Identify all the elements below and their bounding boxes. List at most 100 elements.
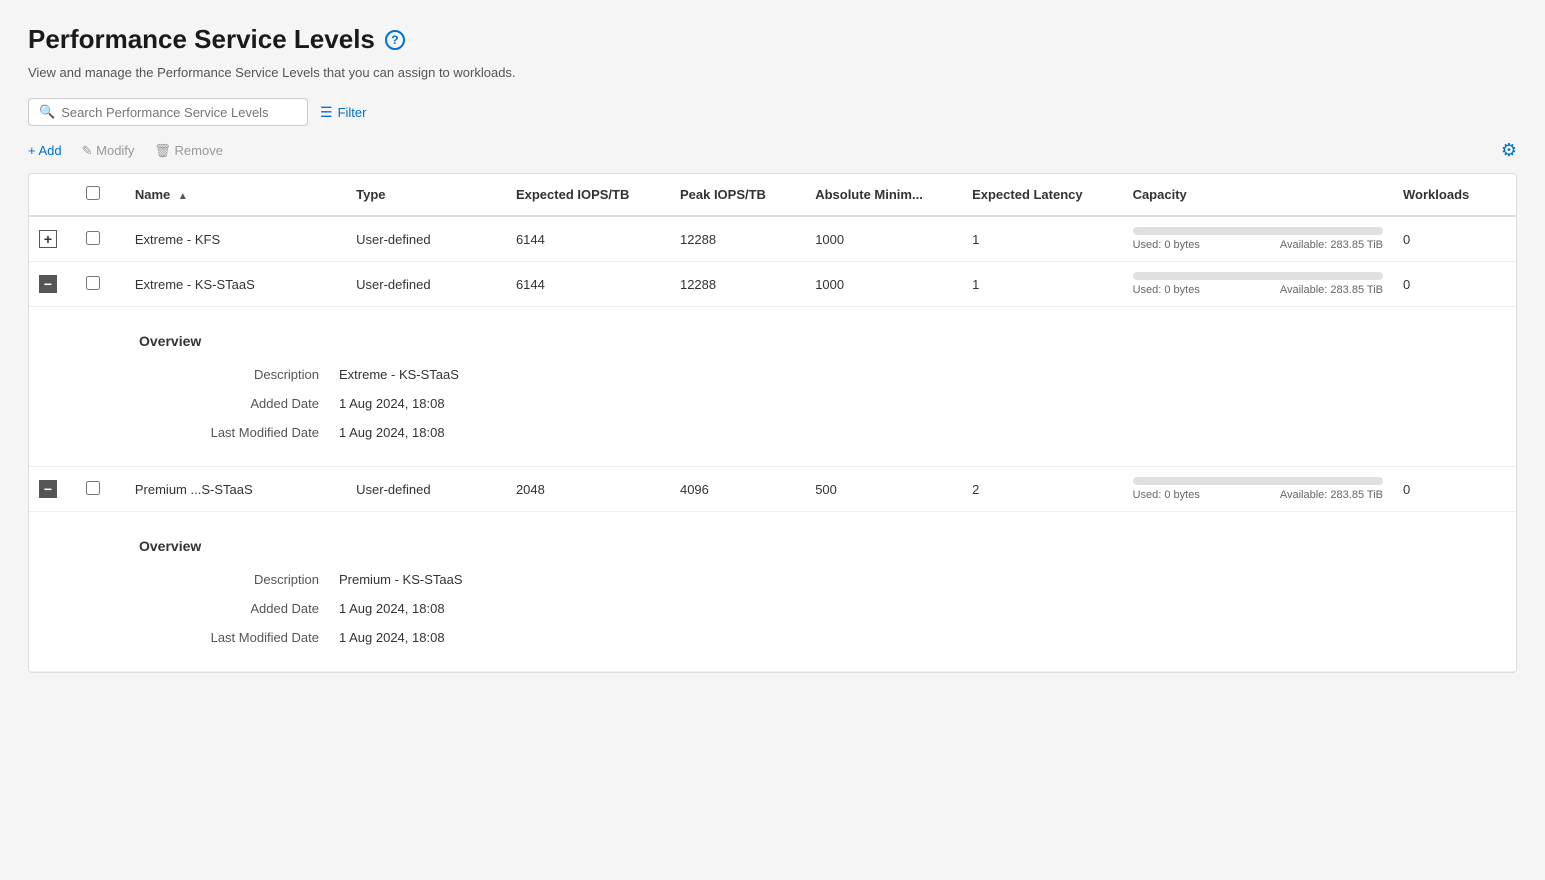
detail-row: Overview Description Extreme - KS-STaaS …: [29, 307, 1516, 467]
expand-button[interactable]: +: [39, 230, 57, 248]
detail-cell: Overview Description Extreme - KS-STaaS …: [29, 307, 1516, 467]
col-header-name[interactable]: Name ▲: [125, 174, 346, 216]
last-modified-value: 1 Aug 2024, 18:08: [339, 425, 739, 440]
capacity-bar-track: [1133, 227, 1383, 235]
capacity-bar: Used: 0 bytes Available: 283.85 TiB: [1133, 272, 1383, 296]
settings-button[interactable]: ⚙: [1501, 140, 1517, 161]
search-icon: 🔍: [39, 104, 55, 120]
row-peak: 4096: [680, 482, 709, 497]
row-iops-cell: 2048: [506, 467, 670, 512]
row-capacity-cell: Used: 0 bytes Available: 283.85 TiB: [1123, 262, 1393, 307]
row-expand-cell: −: [29, 262, 76, 307]
add-label: + Add: [28, 143, 62, 158]
col-header-workloads[interactable]: Workloads: [1393, 174, 1516, 216]
row-name: Premium ...S-STaaS: [135, 482, 253, 497]
row-type-cell: User-defined: [346, 467, 506, 512]
description-label: Description: [139, 572, 339, 587]
select-all-checkbox[interactable]: [86, 186, 100, 200]
added-date-label: Added Date: [139, 601, 339, 616]
capacity-used: Used: 0 bytes: [1133, 239, 1200, 251]
col-header-abs-min[interactable]: Absolute Minim...: [805, 174, 962, 216]
col-header-checkbox: [76, 174, 125, 216]
actions-left: + Add ✎ Modify 🗑 Remove: [28, 143, 223, 159]
page-container: Performance Service Levels ? View and ma…: [0, 0, 1545, 880]
last-modified-value: 1 Aug 2024, 18:08: [339, 630, 739, 645]
sort-icon-name: ▲: [178, 191, 188, 202]
added-date-value: 1 Aug 2024, 18:08: [339, 396, 739, 411]
row-peak: 12288: [680, 232, 716, 247]
row-abs: 1000: [815, 277, 844, 292]
row-abs: 1000: [815, 232, 844, 247]
row-checkbox[interactable]: [86, 481, 100, 495]
remove-label: 🗑 Remove: [154, 143, 223, 159]
row-abs-cell: 500: [805, 467, 962, 512]
page-header: Performance Service Levels ?: [28, 24, 1517, 55]
modify-button[interactable]: ✎ Modify: [82, 143, 135, 159]
col-header-capacity[interactable]: Capacity: [1123, 174, 1393, 216]
table-row: + Extreme - KFS User-defined 6144: [29, 216, 1516, 262]
capacity-used: Used: 0 bytes: [1133, 284, 1200, 296]
filter-button[interactable]: ☰ Filter: [320, 104, 366, 121]
row-peak-cell: 4096: [670, 467, 805, 512]
toolbar-row: 🔍 ☰ Filter: [28, 98, 1517, 126]
row-iops-cell: 6144: [506, 262, 670, 307]
row-checkbox[interactable]: [86, 231, 100, 245]
row-capacity-cell: Used: 0 bytes Available: 283.85 TiB: [1123, 216, 1393, 262]
row-name-cell: Premium ...S-STaaS: [125, 467, 346, 512]
row-workloads: 0: [1403, 482, 1410, 497]
row-iops: 6144: [516, 277, 545, 292]
page-subtitle: View and manage the Performance Service …: [28, 65, 1517, 80]
table-row: − Premium ...S-STaaS User-defined 2048: [29, 467, 1516, 512]
add-button[interactable]: + Add: [28, 143, 62, 159]
row-name: Extreme - KS-STaaS: [135, 277, 255, 292]
row-workloads-cell: 0: [1393, 262, 1516, 307]
row-type: User-defined: [356, 277, 430, 292]
table-header-row: Name ▲ Type Expected IOPS/TB Peak IOPS/T…: [29, 174, 1516, 216]
capacity-labels: Used: 0 bytes Available: 283.85 TiB: [1133, 284, 1383, 296]
row-expand-cell: +: [29, 216, 76, 262]
row-abs-cell: 1000: [805, 262, 962, 307]
row-name: Extreme - KFS: [135, 232, 220, 247]
row-iops: 2048: [516, 482, 545, 497]
row-abs-cell: 1000: [805, 216, 962, 262]
row-latency-cell: 2: [962, 467, 1122, 512]
row-workloads-cell: 0: [1393, 467, 1516, 512]
row-peak-cell: 12288: [670, 216, 805, 262]
capacity-labels: Used: 0 bytes Available: 283.85 TiB: [1133, 239, 1383, 251]
row-name-cell: Extreme - KS-STaaS: [125, 262, 346, 307]
col-header-expected-iops[interactable]: Expected IOPS/TB: [506, 174, 670, 216]
row-capacity-cell: Used: 0 bytes Available: 283.85 TiB: [1123, 467, 1393, 512]
capacity-bar-track: [1133, 272, 1383, 280]
row-type: User-defined: [356, 482, 430, 497]
collapse-button[interactable]: −: [39, 480, 57, 498]
remove-button[interactable]: 🗑 Remove: [154, 143, 223, 159]
row-name-cell: Extreme - KFS: [125, 216, 346, 262]
row-checkbox[interactable]: [86, 276, 100, 290]
last-modified-label: Last Modified Date: [139, 425, 339, 440]
row-type: User-defined: [356, 232, 430, 247]
col-header-expand: [29, 174, 76, 216]
capacity-bar: Used: 0 bytes Available: 283.85 TiB: [1133, 227, 1383, 251]
capacity-available: Available: 283.85 TiB: [1280, 489, 1383, 501]
row-type-cell: User-defined: [346, 262, 506, 307]
col-header-type[interactable]: Type: [346, 174, 506, 216]
row-workloads: 0: [1403, 232, 1410, 247]
row-peak: 12288: [680, 277, 716, 292]
overview-title: Overview: [139, 538, 1486, 554]
col-header-peak-iops[interactable]: Peak IOPS/TB: [670, 174, 805, 216]
capacity-labels: Used: 0 bytes Available: 283.85 TiB: [1133, 489, 1383, 501]
row-latency-cell: 1: [962, 262, 1122, 307]
row-workloads-cell: 0: [1393, 216, 1516, 262]
row-checkbox-cell: [76, 216, 125, 262]
detail-cell: Overview Description Premium - KS-STaaS …: [29, 512, 1516, 672]
search-input[interactable]: [61, 105, 297, 120]
search-box: 🔍: [28, 98, 308, 126]
row-latency: 2: [972, 482, 979, 497]
collapse-button[interactable]: −: [39, 275, 57, 293]
modify-label: ✎ Modify: [82, 143, 135, 159]
filter-icon: ☰: [320, 104, 333, 121]
col-header-expected-latency[interactable]: Expected Latency: [962, 174, 1122, 216]
help-icon[interactable]: ?: [385, 30, 405, 50]
added-date-label: Added Date: [139, 396, 339, 411]
data-table: Name ▲ Type Expected IOPS/TB Peak IOPS/T…: [29, 174, 1516, 672]
